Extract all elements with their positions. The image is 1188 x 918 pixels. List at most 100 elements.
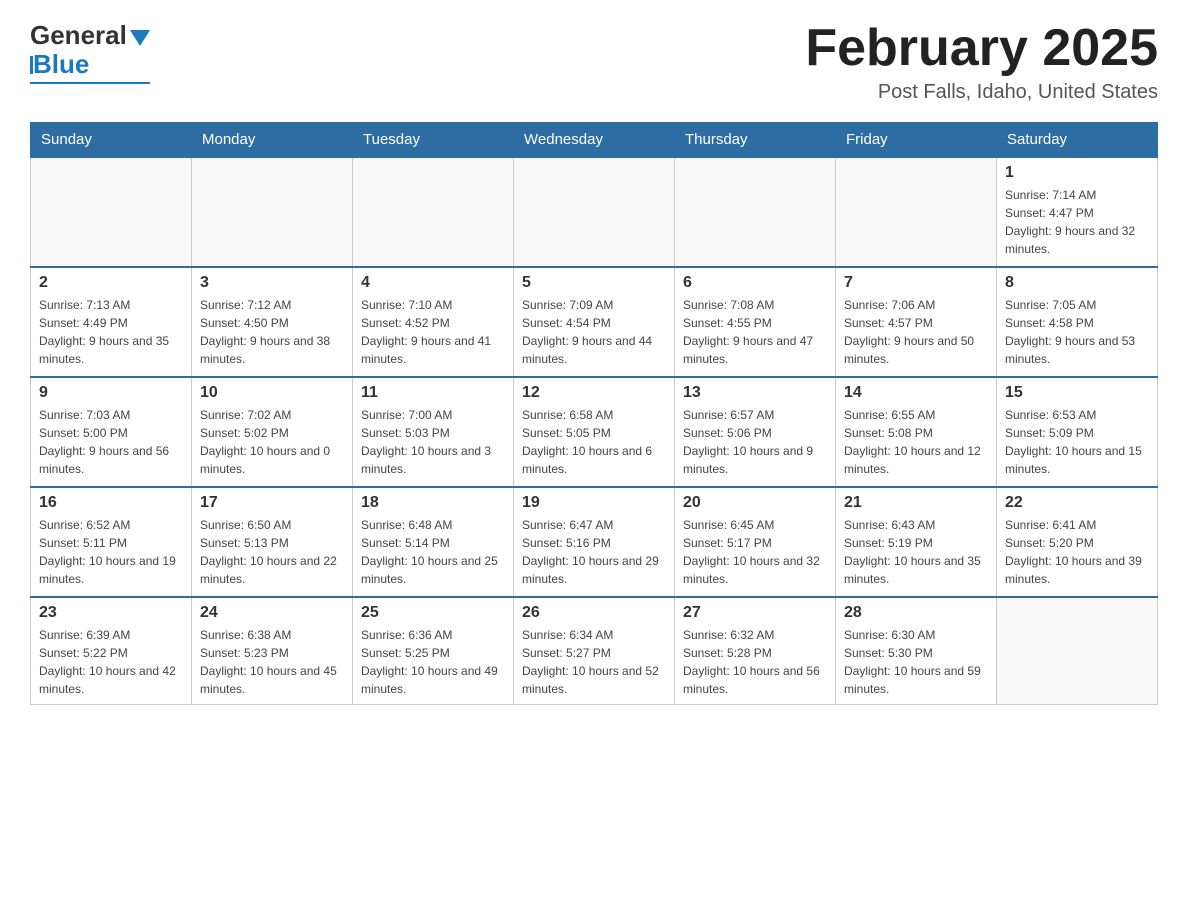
- calendar-day-cell: 11 Sunrise: 7:00 AM Sunset: 5:03 PM Dayli…: [353, 377, 514, 487]
- calendar-day-cell: 27 Sunrise: 6:32 AM Sunset: 5:28 PM Dayli…: [675, 597, 836, 705]
- calendar-day-cell: 10 Sunrise: 7:02 AM Sunset: 5:02 PM Dayli…: [192, 377, 353, 487]
- day-info: Sunrise: 7:13 AM Sunset: 4:49 PM Dayligh…: [39, 296, 183, 368]
- day-info: Sunrise: 7:06 AM Sunset: 4:57 PM Dayligh…: [844, 296, 988, 368]
- logo-blue-text: Blue: [33, 49, 89, 80]
- day-number: 13: [683, 384, 827, 402]
- day-info: Sunrise: 6:38 AM Sunset: 5:23 PM Dayligh…: [200, 626, 344, 698]
- day-number: 20: [683, 494, 827, 512]
- calendar-day-cell: 14Sunrise: 6:55 AM Sunset: 5:08 PM Dayli…: [836, 377, 997, 487]
- day-number: 19: [522, 494, 666, 512]
- calendar-week-row: 16 Sunrise: 6:52 AM Sunset: 5:11 PM Dayli…: [31, 487, 1158, 597]
- calendar-day-header: Friday: [836, 123, 997, 158]
- day-number: 27: [683, 604, 827, 622]
- calendar-day-cell: 15 Sunrise: 6:53 AM Sunset: 5:09 PM Dayli…: [997, 377, 1158, 487]
- day-number: 10: [200, 384, 344, 402]
- calendar-day-cell: [836, 157, 997, 267]
- day-info: Sunrise: 6:43 AM Sunset: 5:19 PM Dayligh…: [844, 516, 988, 588]
- day-info: Sunrise: 6:57 AM Sunset: 5:06 PM Dayligh…: [683, 406, 827, 478]
- day-number: 26: [522, 604, 666, 622]
- day-info: Sunrise: 6:53 AM Sunset: 5:09 PM Dayligh…: [1005, 406, 1149, 478]
- logo-general-text: General: [30, 20, 127, 51]
- day-info: Sunrise: 7:00 AM Sunset: 5:03 PM Dayligh…: [361, 406, 505, 478]
- day-info: Sunrise: 7:08 AM Sunset: 4:55 PM Dayligh…: [683, 296, 827, 368]
- calendar-week-row: 23Sunrise: 6:39 AM Sunset: 5:22 PM Dayli…: [31, 597, 1158, 705]
- day-info: Sunrise: 6:32 AM Sunset: 5:28 PM Dayligh…: [683, 626, 827, 698]
- calendar-day-cell: 3 Sunrise: 7:12 AM Sunset: 4:50 PM Daylig…: [192, 267, 353, 377]
- day-info: Sunrise: 6:41 AM Sunset: 5:20 PM Dayligh…: [1005, 516, 1149, 588]
- day-info: Sunrise: 6:48 AM Sunset: 5:14 PM Dayligh…: [361, 516, 505, 588]
- day-info: Sunrise: 6:50 AM Sunset: 5:13 PM Dayligh…: [200, 516, 344, 588]
- day-number: 2: [39, 274, 183, 292]
- calendar-day-cell: [675, 157, 836, 267]
- calendar-day-cell: 20 Sunrise: 6:45 AM Sunset: 5:17 PM Dayli…: [675, 487, 836, 597]
- location-title: Post Falls, Idaho, United States: [805, 81, 1158, 104]
- day-number: 11: [361, 384, 505, 402]
- day-number: 3: [200, 274, 344, 292]
- day-number: 8: [1005, 274, 1149, 292]
- calendar-day-header: Monday: [192, 123, 353, 158]
- day-info: Sunrise: 6:52 AM Sunset: 5:11 PM Dayligh…: [39, 516, 183, 588]
- calendar-day-cell: [514, 157, 675, 267]
- calendar-day-cell: [997, 597, 1158, 705]
- calendar-day-cell: [353, 157, 514, 267]
- day-number: 6: [683, 274, 827, 292]
- day-number: 21: [844, 494, 988, 512]
- day-number: 1: [1005, 164, 1149, 182]
- calendar-day-cell: 26 Sunrise: 6:34 AM Sunset: 5:27 PM Dayli…: [514, 597, 675, 705]
- day-number: 5: [522, 274, 666, 292]
- day-info: Sunrise: 6:45 AM Sunset: 5:17 PM Dayligh…: [683, 516, 827, 588]
- day-info: Sunrise: 7:05 AM Sunset: 4:58 PM Dayligh…: [1005, 296, 1149, 368]
- day-number: 12: [522, 384, 666, 402]
- calendar-day-cell: 12 Sunrise: 6:58 AM Sunset: 5:05 PM Dayli…: [514, 377, 675, 487]
- logo: General Blue: [30, 20, 150, 84]
- day-number: 7: [844, 274, 988, 292]
- calendar-day-header: Saturday: [997, 123, 1158, 158]
- calendar-week-row: 1Sunrise: 7:14 AM Sunset: 4:47 PM Daylig…: [31, 157, 1158, 267]
- logo-triangle-icon: [130, 30, 150, 46]
- day-number: 4: [361, 274, 505, 292]
- calendar-day-cell: 21 Sunrise: 6:43 AM Sunset: 5:19 PM Dayli…: [836, 487, 997, 597]
- calendar-day-cell: 17 Sunrise: 6:50 AM Sunset: 5:13 PM Dayli…: [192, 487, 353, 597]
- day-info: Sunrise: 7:10 AM Sunset: 4:52 PM Dayligh…: [361, 296, 505, 368]
- calendar-day-cell: 6 Sunrise: 7:08 AM Sunset: 4:55 PM Daylig…: [675, 267, 836, 377]
- day-info: Sunrise: 7:03 AM Sunset: 5:00 PM Dayligh…: [39, 406, 183, 478]
- day-info: Sunrise: 6:58 AM Sunset: 5:05 PM Dayligh…: [522, 406, 666, 478]
- calendar-day-cell: 28Sunrise: 6:30 AM Sunset: 5:30 PM Dayli…: [836, 597, 997, 705]
- calendar-day-cell: 18 Sunrise: 6:48 AM Sunset: 5:14 PM Dayli…: [353, 487, 514, 597]
- calendar-day-header: Wednesday: [514, 123, 675, 158]
- day-number: 22: [1005, 494, 1149, 512]
- day-number: 15: [1005, 384, 1149, 402]
- calendar-day-cell: [31, 157, 192, 267]
- calendar-day-cell: 5 Sunrise: 7:09 AM Sunset: 4:54 PM Daylig…: [514, 267, 675, 377]
- calendar-day-cell: 9 Sunrise: 7:03 AM Sunset: 5:00 PM Daylig…: [31, 377, 192, 487]
- month-title: February 2025: [805, 20, 1158, 77]
- calendar-day-cell: 1Sunrise: 7:14 AM Sunset: 4:47 PM Daylig…: [997, 157, 1158, 267]
- calendar-day-cell: [192, 157, 353, 267]
- calendar-table: SundayMondayTuesdayWednesdayThursdayFrid…: [30, 122, 1158, 705]
- calendar-day-header: Tuesday: [353, 123, 514, 158]
- calendar-day-header: Thursday: [675, 123, 836, 158]
- day-info: Sunrise: 7:09 AM Sunset: 4:54 PM Dayligh…: [522, 296, 666, 368]
- day-info: Sunrise: 6:34 AM Sunset: 5:27 PM Dayligh…: [522, 626, 666, 698]
- calendar-day-cell: 25Sunrise: 6:36 AM Sunset: 5:25 PM Dayli…: [353, 597, 514, 705]
- calendar-day-cell: 16 Sunrise: 6:52 AM Sunset: 5:11 PM Dayli…: [31, 487, 192, 597]
- calendar-day-cell: 19 Sunrise: 6:47 AM Sunset: 5:16 PM Dayli…: [514, 487, 675, 597]
- day-number: 14: [844, 384, 988, 402]
- day-number: 9: [39, 384, 183, 402]
- calendar-day-cell: 13 Sunrise: 6:57 AM Sunset: 5:06 PM Dayli…: [675, 377, 836, 487]
- title-area: February 2025 Post Falls, Idaho, United …: [805, 20, 1158, 104]
- day-number: 24: [200, 604, 344, 622]
- day-number: 18: [361, 494, 505, 512]
- day-number: 16: [39, 494, 183, 512]
- calendar-day-cell: 7 Sunrise: 7:06 AM Sunset: 4:57 PM Daylig…: [836, 267, 997, 377]
- calendar-day-cell: 4 Sunrise: 7:10 AM Sunset: 4:52 PM Daylig…: [353, 267, 514, 377]
- day-info: Sunrise: 6:39 AM Sunset: 5:22 PM Dayligh…: [39, 626, 183, 698]
- day-number: 17: [200, 494, 344, 512]
- calendar-week-row: 2 Sunrise: 7:13 AM Sunset: 4:49 PM Daylig…: [31, 267, 1158, 377]
- calendar-header-row: SundayMondayTuesdayWednesdayThursdayFrid…: [31, 123, 1158, 158]
- day-number: 28: [844, 604, 988, 622]
- day-info: Sunrise: 7:12 AM Sunset: 4:50 PM Dayligh…: [200, 296, 344, 368]
- day-info: Sunrise: 6:47 AM Sunset: 5:16 PM Dayligh…: [522, 516, 666, 588]
- day-info: Sunrise: 7:02 AM Sunset: 5:02 PM Dayligh…: [200, 406, 344, 478]
- calendar-week-row: 9 Sunrise: 7:03 AM Sunset: 5:00 PM Daylig…: [31, 377, 1158, 487]
